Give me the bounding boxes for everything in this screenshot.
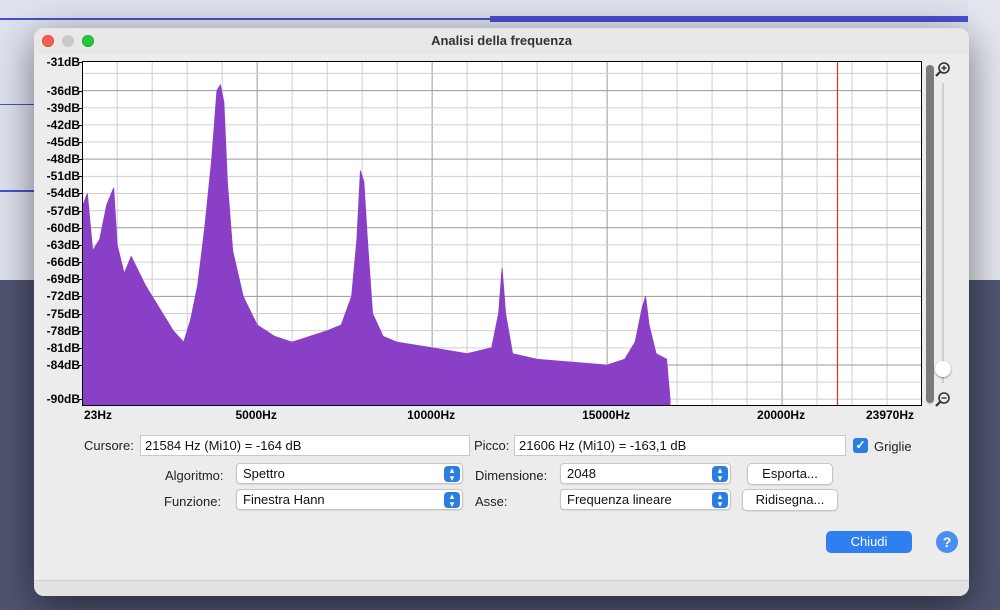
y-tick-label: -60dB (46, 220, 80, 235)
x-axis-labels: 23Hz 5000Hz 10000Hz 15000Hz 20000Hz 23970Hz (82, 406, 922, 426)
function-select-value: Finestra Hann (243, 492, 325, 507)
y-tick-label: -69dB (46, 272, 80, 287)
spectrum-svg (83, 62, 921, 405)
background-right-dark (968, 280, 1000, 610)
select-arrows-icon: ▴ ▾ (444, 466, 460, 483)
grid-checkbox[interactable]: ✓ (853, 438, 868, 453)
size-select[interactable]: 2048 ▴ ▾ (560, 463, 731, 484)
axis-select[interactable]: Frequenza lineare ▴ ▾ (560, 489, 731, 510)
cursor-value-field[interactable]: 21584 Hz (Mi10) = -164 dB (140, 435, 470, 456)
select-arrows-icon: ▴ ▾ (712, 466, 728, 483)
y-axis-labels: -31dB -36dB -39dB -42dB -45dB -48dB -51dB -54dB… (34, 55, 84, 407)
x-tick-label: 20000Hz (757, 408, 806, 422)
y-tick-label: -39dB (46, 100, 80, 115)
zoom-out-icon[interactable] (934, 391, 952, 409)
zoom-in-icon[interactable] (934, 61, 952, 79)
y-tick-label: -81dB (46, 340, 80, 355)
cursor-label: Cursore: (84, 438, 134, 453)
titlebar: Analisi della frequenza (34, 28, 969, 54)
axis-select-value: Frequenza lineare (567, 492, 672, 507)
x-tick-label: 23Hz (83, 408, 113, 422)
select-arrows-icon: ▴ ▾ (444, 492, 460, 509)
close-button[interactable]: Chiudi (826, 531, 912, 553)
spectrum-plot[interactable] (82, 61, 922, 406)
y-tick-label: -54dB (46, 186, 80, 201)
algorithm-select[interactable]: Spettro ▴ ▾ (236, 463, 463, 484)
y-tick-label: -84dB (46, 357, 80, 372)
y-tick-label: -63dB (46, 237, 80, 252)
peak-value-field[interactable]: 21606 Hz (Mi10) = -163,1 dB (514, 435, 846, 456)
y-tick-label: -51dB (46, 169, 80, 184)
algorithm-label: Algoritmo: (165, 468, 224, 483)
window-title: Analisi della frequenza (431, 33, 572, 48)
y-tick-label: -90dB (46, 392, 80, 407)
frequency-analysis-dialog: Analisi della frequenza -31dB -36dB -39dB -… (34, 28, 969, 596)
vertical-scrollbar-thumb[interactable] (926, 65, 934, 403)
y-tick-label: -57dB (46, 203, 80, 218)
dialog-bottom-strip (34, 580, 969, 596)
zoom-slider-track (942, 83, 944, 383)
zoom-slider-knob[interactable] (935, 361, 951, 377)
y-tick-label: -45dB (46, 135, 80, 150)
y-tick-label: -48dB (46, 152, 80, 167)
x-tick-label: 15000Hz (582, 408, 631, 422)
select-arrows-icon: ▴ ▾ (712, 492, 728, 509)
redraw-button[interactable]: Ridisegna... (742, 489, 838, 511)
x-tick-label: 10000Hz (407, 408, 456, 422)
y-tick-label: -75dB (46, 306, 80, 321)
algorithm-select-value: Spettro (243, 466, 285, 481)
y-tick-label: -42dB (46, 117, 80, 132)
x-tick-label: 23970Hz (865, 408, 915, 422)
vertical-zoom-controls (924, 61, 960, 411)
size-label: Dimensione: (475, 468, 548, 483)
y-tick-label: -78dB (46, 323, 80, 338)
help-icon[interactable]: ? (936, 531, 958, 553)
function-select[interactable]: Finestra Hann ▴ ▾ (236, 489, 463, 510)
export-button[interactable]: Esporta... (747, 463, 833, 485)
peak-label: Picco: (474, 438, 510, 453)
axis-label: Asse: (475, 494, 508, 509)
background-waveform (0, 16, 970, 22)
y-tick-label: -66dB (46, 255, 80, 270)
function-label: Funzione: (164, 494, 222, 509)
y-tick-label: -36dB (46, 83, 80, 98)
grid-checkbox-label: Griglie (874, 439, 912, 454)
y-tick-label: -31dB (46, 55, 80, 69)
size-select-value: 2048 (567, 466, 596, 481)
x-tick-label: 5000Hz (235, 408, 277, 422)
y-tick-label: -72dB (46, 289, 80, 304)
